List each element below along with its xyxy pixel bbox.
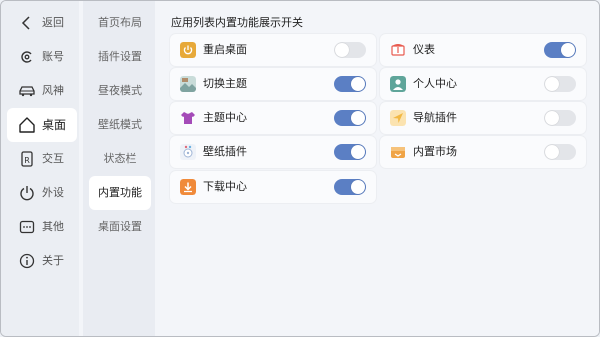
nav-item-label: 风神 bbox=[42, 84, 64, 97]
power-icon bbox=[20, 186, 34, 201]
navigation-icon bbox=[390, 110, 406, 126]
app-name: 内置市场 bbox=[413, 145, 457, 158]
info-icon bbox=[19, 253, 35, 269]
app-toggle-card: 切换主题 bbox=[170, 68, 376, 100]
theme-center-icon bbox=[181, 112, 195, 124]
toggle-download-center[interactable] bbox=[334, 179, 366, 195]
toggle-restart-desktop[interactable] bbox=[334, 42, 366, 58]
app-toggle-card: 重启桌面 bbox=[170, 34, 376, 66]
toggle-knob bbox=[545, 145, 559, 159]
toggle-knob bbox=[545, 111, 559, 125]
toggle-builtin-market[interactable] bbox=[544, 144, 576, 160]
desktop-submenu: 首页布局 插件设置 昼夜模式 壁纸模式 状态栏 内置功能 桌面设置 bbox=[83, 1, 155, 336]
app-name: 主题中心 bbox=[203, 111, 247, 124]
nav-item-desktop[interactable]: 桌面 bbox=[7, 108, 77, 142]
app-toggle-card: 导航插件 bbox=[380, 102, 586, 134]
toggle-knob bbox=[545, 77, 559, 91]
toggle-knob bbox=[351, 145, 365, 159]
profile-icon bbox=[390, 76, 406, 92]
nav-item-label: 桌面 bbox=[42, 118, 67, 132]
app-window: 返回 账号 风神 桌面 R 交互 外设 其他 关于 首页布局 插件设置 昼夜模式… bbox=[0, 0, 600, 337]
download-icon bbox=[180, 179, 196, 195]
dashboard-icon bbox=[391, 44, 405, 56]
main-panel: 应用列表内置功能展示开关 重启桌面 仪表 切换主题 个人中心 主题中心 导航插件… bbox=[155, 1, 599, 336]
home-icon bbox=[19, 117, 35, 133]
theme-switch-icon bbox=[180, 76, 196, 92]
app-toggle-card: 内置市场 bbox=[380, 136, 586, 168]
submenu-item-wallpaper-mode[interactable]: 壁纸模式 bbox=[89, 108, 151, 142]
toggle-navigation-plugin[interactable] bbox=[544, 110, 576, 126]
page-title: 应用列表内置功能展示开关 bbox=[171, 16, 303, 29]
nav-item-label: 交互 bbox=[42, 152, 64, 165]
app-name: 导航插件 bbox=[413, 111, 457, 124]
market-icon bbox=[391, 147, 405, 158]
submenu-item-plugin-settings[interactable]: 插件设置 bbox=[89, 40, 151, 74]
nav-item-about[interactable]: 关于 bbox=[7, 244, 77, 278]
nav-item-label: 外设 bbox=[42, 186, 64, 199]
more-icon bbox=[19, 220, 35, 234]
account-icon bbox=[21, 51, 32, 63]
nav-item-label: 账号 bbox=[42, 50, 64, 63]
toggle-wallpaper-plugin[interactable] bbox=[334, 144, 366, 160]
nav-item-back[interactable]: 返回 bbox=[7, 6, 77, 40]
nav-item-label: 返回 bbox=[42, 16, 64, 29]
nav-item-interaction[interactable]: R 交互 bbox=[7, 142, 77, 176]
app-name: 仪表 bbox=[413, 43, 435, 56]
submenu-item-builtin-features[interactable]: 内置功能 bbox=[89, 176, 151, 210]
toggle-dashboard[interactable] bbox=[544, 42, 576, 58]
svg-text:R: R bbox=[24, 156, 30, 165]
app-name: 切换主题 bbox=[203, 77, 247, 90]
toggle-knob bbox=[351, 180, 365, 194]
app-toggle-card: 壁纸插件 bbox=[170, 136, 376, 168]
toggle-theme-center[interactable] bbox=[334, 110, 366, 126]
app-name: 壁纸插件 bbox=[203, 145, 247, 158]
app-name: 个人中心 bbox=[413, 77, 457, 90]
app-name: 重启桌面 bbox=[203, 43, 247, 56]
app-toggle-card: 主题中心 bbox=[170, 102, 376, 134]
nav-item-other[interactable]: 其他 bbox=[7, 210, 77, 244]
car-icon bbox=[19, 86, 35, 97]
toggle-switch-theme[interactable] bbox=[334, 76, 366, 92]
submenu-item-home-layout[interactable]: 首页布局 bbox=[89, 6, 151, 40]
submenu-item-desktop-settings[interactable]: 桌面设置 bbox=[89, 210, 151, 244]
app-toggle-card: 下载中心 bbox=[170, 171, 376, 203]
main-nav: 返回 账号 风神 桌面 R 交互 外设 其他 关于 bbox=[1, 1, 79, 336]
submenu-item-status-bar[interactable]: 状态栏 bbox=[89, 142, 151, 176]
toggle-knob bbox=[335, 43, 349, 57]
wallpaper-icon bbox=[180, 144, 196, 160]
toggle-knob bbox=[351, 77, 365, 91]
nav-item-label: 其他 bbox=[42, 220, 64, 233]
toggle-profile-center[interactable] bbox=[544, 76, 576, 92]
nav-item-label: 关于 bbox=[42, 254, 64, 267]
interaction-icon: R bbox=[21, 151, 33, 167]
submenu-item-day-night[interactable]: 昼夜模式 bbox=[89, 74, 151, 108]
app-name: 下载中心 bbox=[203, 180, 247, 193]
nav-item-fengshen[interactable]: 风神 bbox=[7, 74, 77, 108]
toggle-knob bbox=[351, 111, 365, 125]
app-toggle-card: 个人中心 bbox=[380, 68, 586, 100]
restart-icon bbox=[180, 42, 196, 58]
back-icon bbox=[21, 16, 30, 30]
nav-item-peripherals[interactable]: 外设 bbox=[7, 176, 77, 210]
toggle-knob bbox=[561, 43, 575, 57]
nav-item-account[interactable]: 账号 bbox=[7, 40, 77, 74]
app-toggle-card: 仪表 bbox=[380, 34, 586, 66]
